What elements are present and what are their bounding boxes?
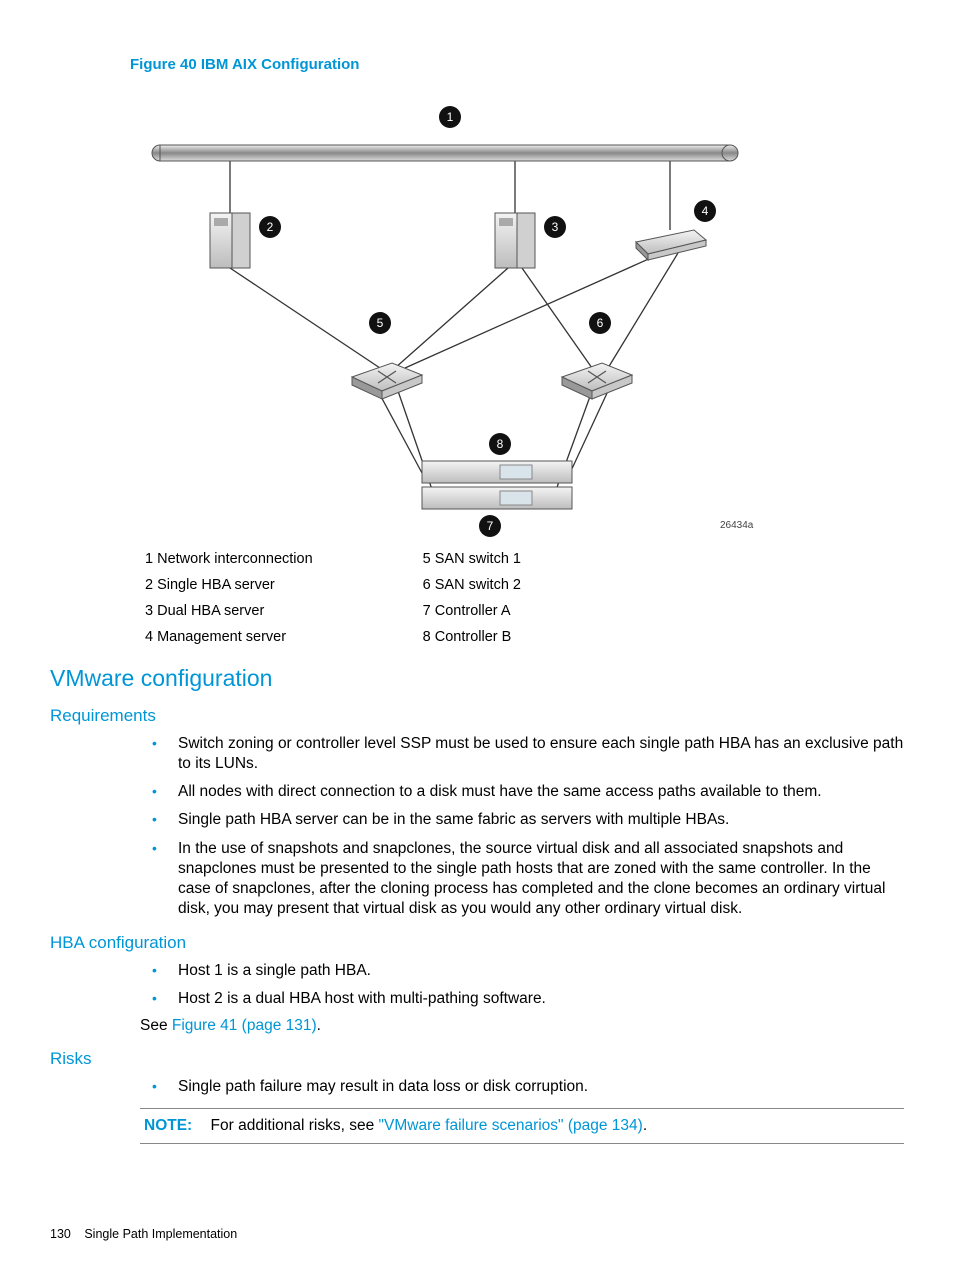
hba-list: Host 1 is a single path HBA. Host 2 is a… bbox=[140, 961, 904, 1009]
text: See bbox=[140, 1017, 172, 1034]
list-item: Switch zoning or controller level SSP mu… bbox=[140, 734, 904, 774]
list-item: In the use of snapshots and snapclones, … bbox=[140, 839, 904, 920]
legend-item: 4 Management server bbox=[145, 629, 313, 645]
legend-item: 5 SAN switch 1 bbox=[423, 551, 521, 567]
server-rack-icon bbox=[636, 230, 706, 260]
callout-5: 5 bbox=[377, 316, 384, 330]
heading-vmware-configuration: VMware configuration bbox=[50, 665, 904, 692]
figure-ref: 26434a bbox=[720, 520, 754, 531]
note-label: NOTE: bbox=[144, 1117, 192, 1134]
callout-6: 6 bbox=[597, 316, 604, 330]
list-item: All nodes with direct connection to a di… bbox=[140, 782, 904, 802]
callout-3: 3 bbox=[552, 220, 559, 234]
legend-item: 2 Single HBA server bbox=[145, 577, 313, 593]
san-switch-icon bbox=[352, 363, 422, 399]
list-item: Host 2 is a dual HBA host with multi-pat… bbox=[140, 989, 904, 1009]
server-tower-icon bbox=[495, 213, 535, 268]
list-item: Host 1 is a single path HBA. bbox=[140, 961, 904, 981]
server-tower-icon bbox=[210, 213, 250, 268]
page-footer: 130 Single Path Implementation bbox=[50, 1227, 237, 1241]
heading-hba-configuration: HBA configuration bbox=[50, 933, 904, 953]
callout-8: 8 bbox=[497, 437, 504, 451]
legend-item: 3 Dual HBA server bbox=[145, 603, 313, 619]
legend-item: 8 Controller B bbox=[423, 629, 521, 645]
figure-legend: 1 Network interconnection 2 Single HBA s… bbox=[145, 551, 904, 655]
note-box: NOTE: For additional risks, see "VMware … bbox=[140, 1108, 904, 1144]
footer-section: Single Path Implementation bbox=[84, 1227, 237, 1241]
callout-2: 2 bbox=[267, 220, 274, 234]
heading-requirements: Requirements bbox=[50, 706, 904, 726]
text: For additional risks, see bbox=[211, 1117, 379, 1134]
link-figure-41[interactable]: Figure 41 (page 131) bbox=[172, 1017, 317, 1034]
text: . bbox=[643, 1117, 647, 1134]
see-line: See Figure 41 (page 131). bbox=[140, 1017, 904, 1035]
figure-caption: Figure 40 IBM AIX Configuration bbox=[130, 56, 904, 73]
list-item: Single path HBA server can be in the sam… bbox=[140, 810, 904, 830]
callout-1: 1 bbox=[447, 110, 454, 124]
figure-diagram: 1 2 3 4 5 6 7 8 26434a bbox=[130, 83, 770, 543]
heading-risks: Risks bbox=[50, 1049, 904, 1069]
risks-list: Single path failure may result in data l… bbox=[140, 1077, 904, 1097]
legend-item: 1 Network interconnection bbox=[145, 551, 313, 567]
san-switch-icon bbox=[562, 363, 632, 399]
legend-item: 7 Controller A bbox=[423, 603, 521, 619]
text: . bbox=[317, 1017, 321, 1034]
network-interconnection-bar bbox=[152, 145, 738, 161]
requirements-list: Switch zoning or controller level SSP mu… bbox=[140, 734, 904, 919]
page-number: 130 bbox=[50, 1227, 71, 1241]
link-vmware-failure-scenarios[interactable]: "VMware failure scenarios" (page 134) bbox=[379, 1117, 643, 1134]
list-item: Single path failure may result in data l… bbox=[140, 1077, 904, 1097]
callout-4: 4 bbox=[702, 204, 709, 218]
legend-item: 6 SAN switch 2 bbox=[423, 577, 521, 593]
callout-7: 7 bbox=[487, 519, 494, 533]
controller-unit-icon bbox=[422, 461, 572, 509]
